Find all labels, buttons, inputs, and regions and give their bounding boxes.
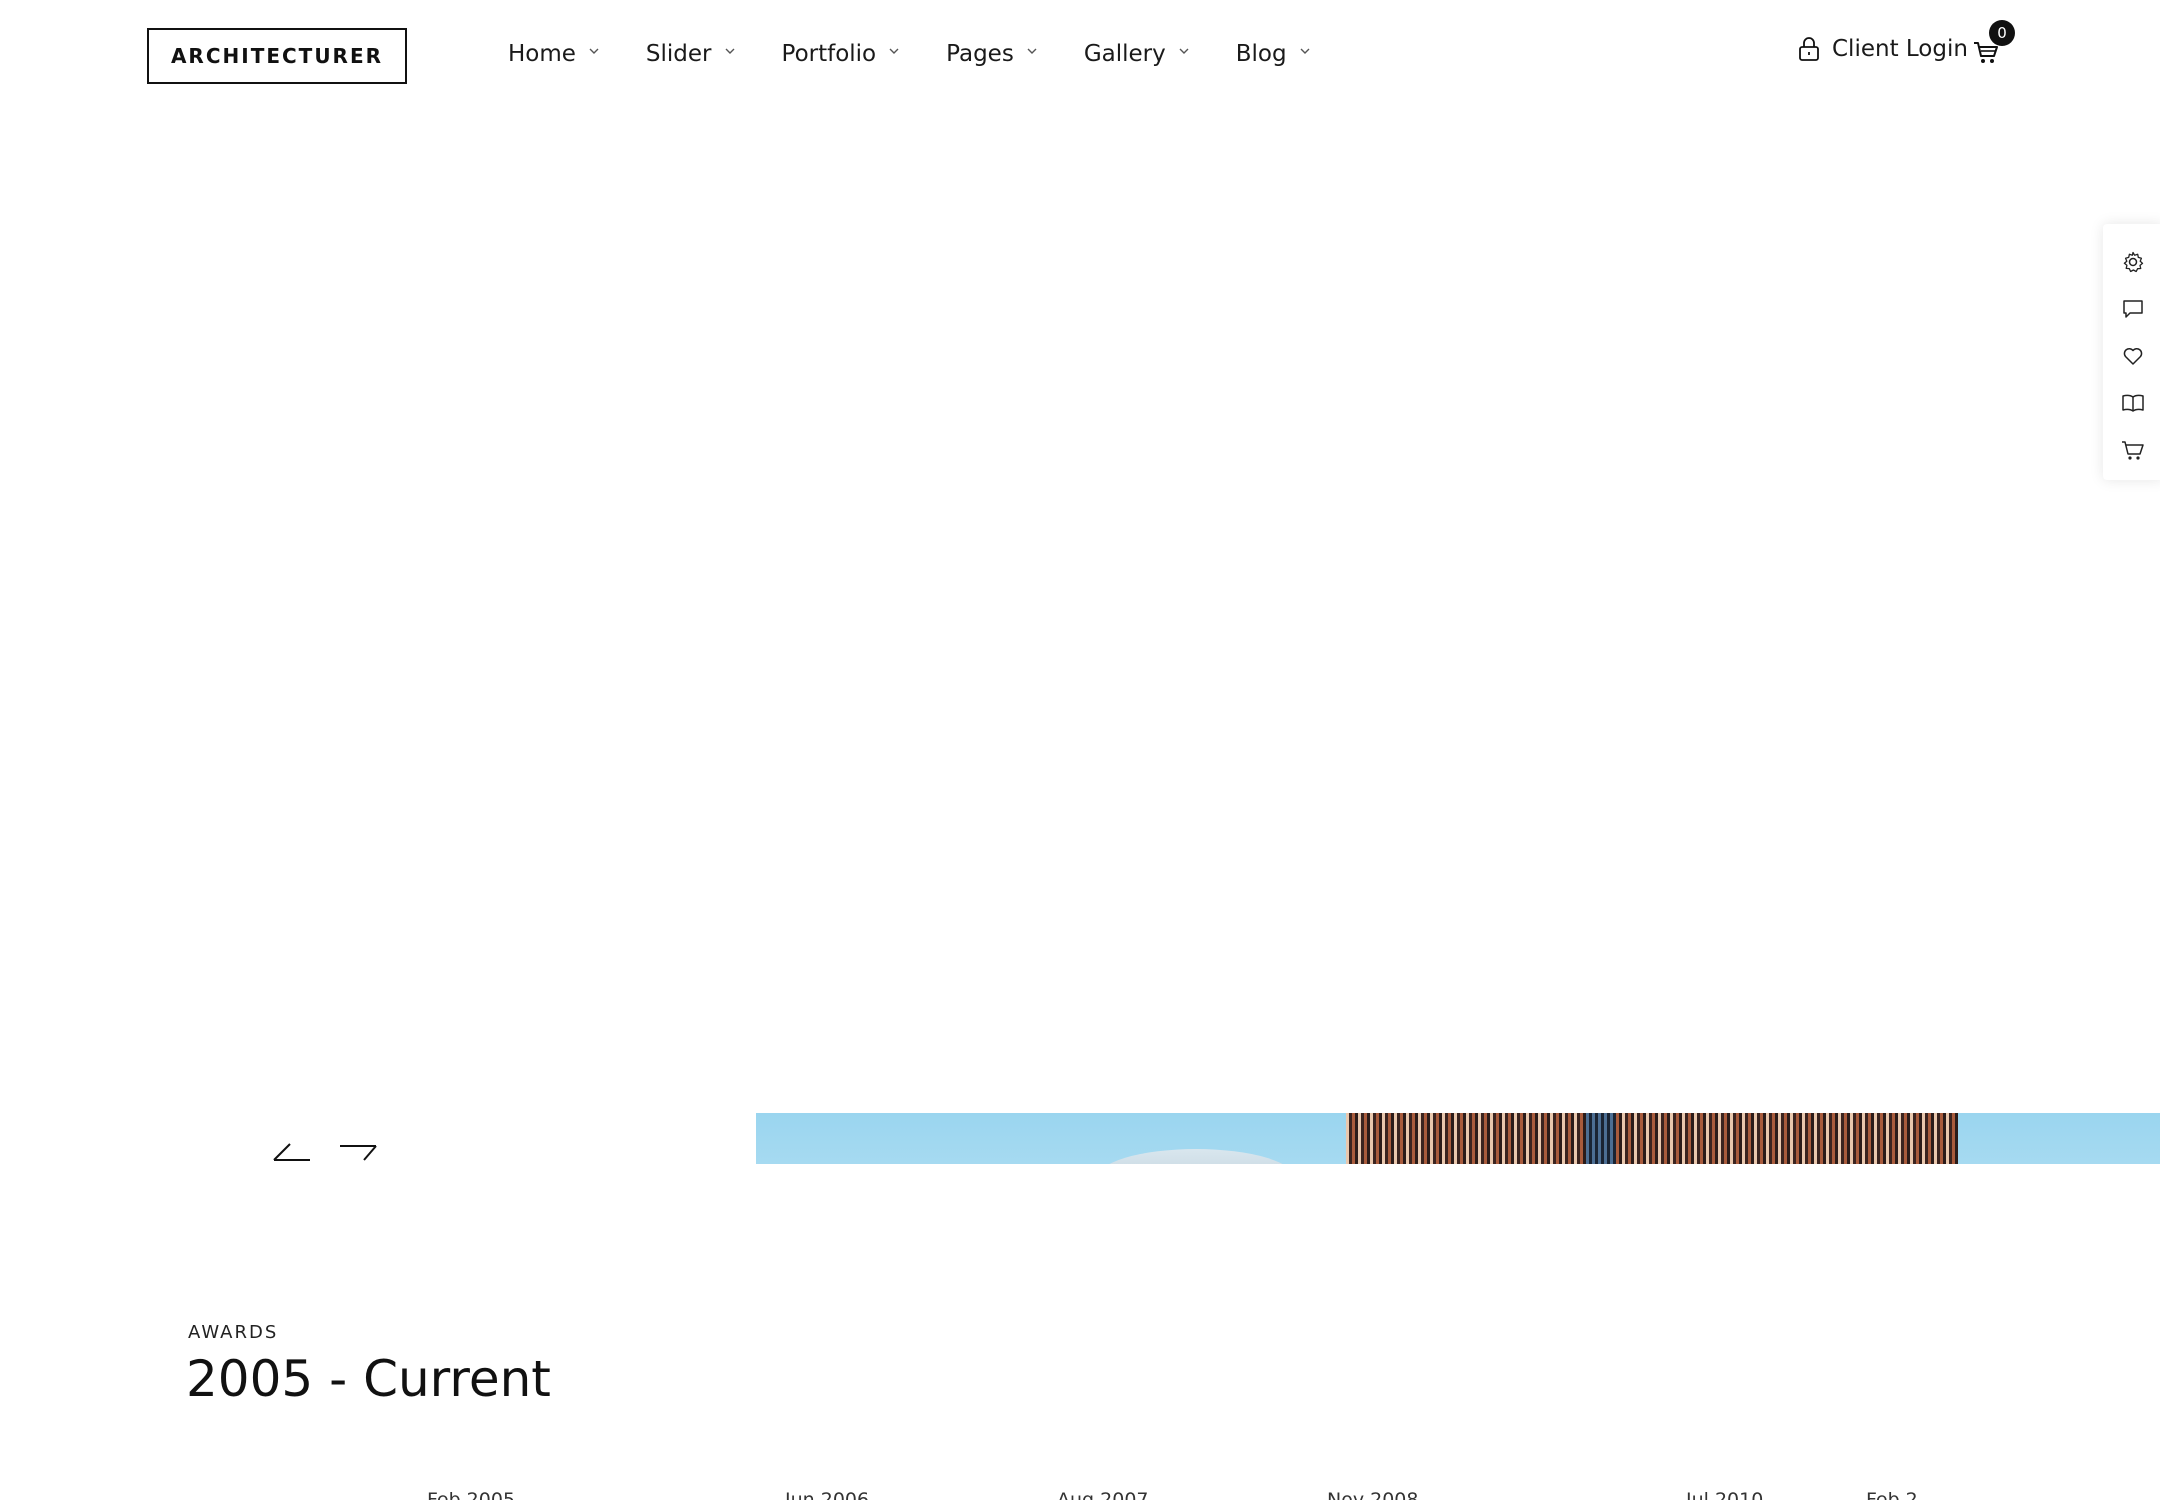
client-login-label: Client Login	[1832, 36, 1968, 62]
awards-timeline: Feb 2005 Jun 2006 Aug 2007 Nov 2008 Jul …	[0, 1484, 2160, 1500]
arrow-right-icon[interactable]	[338, 1134, 380, 1164]
site-logo[interactable]: ARCHITECTURER	[147, 28, 407, 84]
client-login-link[interactable]: Client Login	[1798, 36, 1968, 62]
side-docs-button[interactable]	[2119, 389, 2147, 417]
side-settings-button[interactable]	[2119, 248, 2147, 276]
chevron-down-icon	[589, 48, 599, 54]
nav-item-label: Gallery	[1083, 41, 1166, 67]
building-facade	[1346, 1113, 1958, 1164]
nav-item-label: Home	[508, 41, 576, 67]
book-icon	[2122, 394, 2144, 412]
hero-slide-image	[756, 1113, 2160, 1164]
nav-item-home[interactable]: Home	[508, 41, 602, 67]
chevron-down-icon	[1300, 48, 1310, 54]
nav-item-gallery[interactable]: Gallery	[1084, 41, 1192, 67]
timeline-date: Nov 2008	[1327, 1489, 1419, 1500]
nav-item-portfolio[interactable]: Portfolio	[782, 41, 903, 67]
timeline-date: Jun 2006	[785, 1489, 870, 1500]
nav-item-label: Portfolio	[781, 41, 877, 67]
nav-item-pages[interactable]: Pages	[946, 41, 1040, 67]
nav-item-blog[interactable]: Blog	[1236, 41, 1313, 67]
nav-item-label: Blog	[1235, 41, 1287, 67]
side-cart-button[interactable]	[2119, 436, 2147, 464]
nav-item-label: Pages	[946, 41, 1014, 67]
timeline-date: Feb 2005	[427, 1489, 516, 1500]
timeline-date: Feb 2	[1866, 1489, 1918, 1500]
chevron-down-icon	[725, 48, 735, 54]
site-header: ARCHITECTURER Home Slider Portfolio Page…	[0, 0, 2160, 110]
timeline-date: Jul 2010	[1686, 1489, 1764, 1500]
main-nav: Home Slider Portfolio Pages Gallery Blog	[508, 36, 1357, 72]
side-wishlist-button[interactable]	[2119, 342, 2147, 370]
chat-icon	[2123, 300, 2143, 318]
timeline-date: Aug 2007	[1057, 1489, 1149, 1500]
lock-icon	[1799, 37, 1819, 61]
nav-item-label: Slider	[645, 41, 712, 67]
nav-item-slider[interactable]: Slider	[646, 41, 738, 67]
chevron-down-icon	[1027, 48, 1037, 54]
side-chat-button[interactable]	[2119, 295, 2147, 323]
arrow-left-icon[interactable]	[272, 1134, 314, 1164]
cart-count-badge: 0	[1989, 20, 2015, 46]
building-dome	[1096, 1149, 1296, 1164]
chevron-down-icon	[1179, 48, 1189, 54]
chevron-down-icon	[889, 48, 899, 54]
section-title: 2005 - Current	[186, 1350, 551, 1408]
building-facade-accent	[1586, 1113, 1616, 1164]
cart-icon	[2122, 441, 2144, 460]
heart-icon	[2123, 348, 2143, 365]
side-toolbar	[2103, 224, 2160, 480]
gear-icon	[2123, 251, 2144, 273]
section-eyebrow: AWARDS	[188, 1322, 279, 1343]
